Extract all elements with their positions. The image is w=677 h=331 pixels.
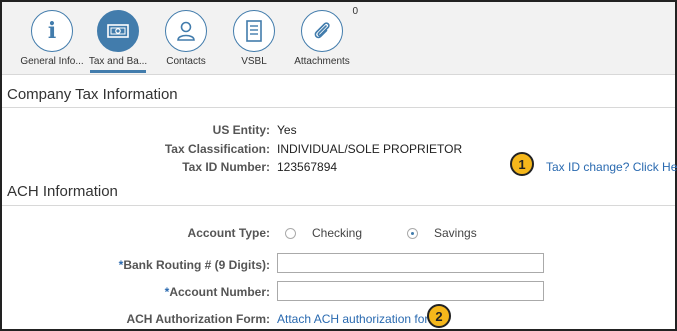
tab-label: Tax and Ba... [88,56,148,67]
routing-label: Bank Routing # (9 Digits): [123,258,270,272]
us-entity-row: US Entity: Yes [2,123,675,139]
bank-note-icon [97,10,139,52]
tax-classification-label: Tax Classification: [164,142,270,156]
info-icon: i [31,10,73,52]
section-title-company-tax: Company Tax Information [7,86,178,103]
tab-attachments[interactable]: 0 Attachments [290,6,358,67]
document-list-icon [233,10,275,52]
person-icon [165,10,207,52]
tab-vsbl[interactable]: VSBL [222,10,286,67]
tax-classification-row: Tax Classification: INDIVIDUAL/SOLE PROP… [2,142,675,158]
tab-tax-and-bank[interactable]: Tax and Ba... [86,10,150,73]
tab-strip: i General Info... Tax and Ba... Contacts… [2,2,675,75]
tab-label: VSBL [241,56,267,67]
tab-label: General Info... [20,56,84,67]
divider [2,107,675,108]
window-frame: i General Info... Tax and Ba... Contacts… [0,0,677,331]
account-number-label: Account Number: [169,285,270,299]
checking-radio[interactable] [285,228,296,239]
account-number-label-group: *Account Number: [2,285,270,299]
account-number-input[interactable] [277,281,544,301]
paperclip-icon [301,10,343,52]
us-entity-label: US Entity: [212,123,270,137]
ach-auth-form-label: ACH Authorization Form: [126,312,270,326]
routing-label-group: *Bank Routing # (9 Digits): [2,258,270,272]
tax-id-value: 123567894 [277,160,338,174]
savings-radio-label[interactable]: Savings [434,226,477,240]
checking-radio-label[interactable]: Checking [312,226,362,240]
tax-classification-value: INDIVIDUAL/SOLE PROPRIETOR [277,142,463,156]
savings-radio[interactable] [407,228,418,239]
tax-id-change-link[interactable]: Tax ID change? Click Here [546,160,677,174]
section-title-ach: ACH Information [7,183,118,200]
divider [2,205,675,206]
bank-routing-input[interactable] [277,253,544,273]
tab-general-info[interactable]: i General Info... [20,10,84,67]
attachments-count-badge: 0 [352,6,358,17]
callout-badge-1: 1 [510,152,534,176]
us-entity-value: Yes [277,123,297,137]
tab-contacts[interactable]: Contacts [154,10,218,67]
tax-id-label: Tax ID Number: [182,160,270,174]
attach-ach-form-link[interactable]: Attach ACH authorization form [277,312,438,326]
callout-badge-2: 2 [427,304,451,328]
tab-label: Attachments [294,56,350,67]
tab-label: Contacts [166,56,206,67]
account-type-label: Account Type: [187,226,270,240]
